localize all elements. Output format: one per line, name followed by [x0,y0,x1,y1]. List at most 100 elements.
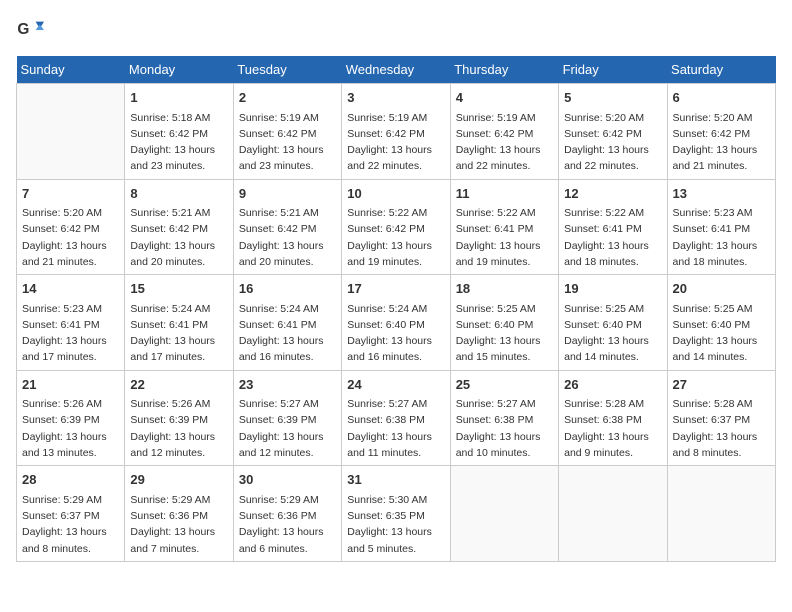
calendar-week-row: 7Sunrise: 5:20 AMSunset: 6:42 PMDaylight… [17,179,776,275]
day-number: 23 [239,375,336,395]
weekday-header-tuesday: Tuesday [233,56,341,84]
calendar-cell [450,466,558,562]
day-info: Sunrise: 5:21 AMSunset: 6:42 PMDaylight:… [130,205,227,270]
logo: G [16,16,48,44]
day-info: Sunrise: 5:27 AMSunset: 6:38 PMDaylight:… [347,396,444,461]
calendar-week-row: 28Sunrise: 5:29 AMSunset: 6:37 PMDayligh… [17,466,776,562]
day-info: Sunrise: 5:30 AMSunset: 6:35 PMDaylight:… [347,492,444,557]
calendar-header: G [16,16,776,44]
calendar-cell: 14Sunrise: 5:23 AMSunset: 6:41 PMDayligh… [17,275,125,371]
day-info: Sunrise: 5:25 AMSunset: 6:40 PMDaylight:… [673,301,770,366]
calendar-cell [667,466,775,562]
day-info: Sunrise: 5:24 AMSunset: 6:40 PMDaylight:… [347,301,444,366]
day-number: 11 [456,184,553,204]
day-number: 12 [564,184,661,204]
calendar-cell: 12Sunrise: 5:22 AMSunset: 6:41 PMDayligh… [559,179,667,275]
calendar-cell: 9Sunrise: 5:21 AMSunset: 6:42 PMDaylight… [233,179,341,275]
calendar-cell: 15Sunrise: 5:24 AMSunset: 6:41 PMDayligh… [125,275,233,371]
day-number: 16 [239,279,336,299]
calendar-cell: 29Sunrise: 5:29 AMSunset: 6:36 PMDayligh… [125,466,233,562]
calendar-cell: 23Sunrise: 5:27 AMSunset: 6:39 PMDayligh… [233,370,341,466]
calendar-week-row: 14Sunrise: 5:23 AMSunset: 6:41 PMDayligh… [17,275,776,371]
calendar-cell: 21Sunrise: 5:26 AMSunset: 6:39 PMDayligh… [17,370,125,466]
calendar-cell: 27Sunrise: 5:28 AMSunset: 6:37 PMDayligh… [667,370,775,466]
calendar-cell: 2Sunrise: 5:19 AMSunset: 6:42 PMDaylight… [233,84,341,180]
calendar-cell: 6Sunrise: 5:20 AMSunset: 6:42 PMDaylight… [667,84,775,180]
day-info: Sunrise: 5:18 AMSunset: 6:42 PMDaylight:… [130,110,227,175]
day-info: Sunrise: 5:19 AMSunset: 6:42 PMDaylight:… [239,110,336,175]
day-number: 21 [22,375,119,395]
calendar-cell: 7Sunrise: 5:20 AMSunset: 6:42 PMDaylight… [17,179,125,275]
weekday-header-monday: Monday [125,56,233,84]
day-number: 19 [564,279,661,299]
day-number: 8 [130,184,227,204]
day-number: 27 [673,375,770,395]
calendar-week-row: 1Sunrise: 5:18 AMSunset: 6:42 PMDaylight… [17,84,776,180]
day-number: 1 [130,88,227,108]
day-number: 22 [130,375,227,395]
day-info: Sunrise: 5:22 AMSunset: 6:41 PMDaylight:… [564,205,661,270]
day-number: 26 [564,375,661,395]
calendar-cell: 22Sunrise: 5:26 AMSunset: 6:39 PMDayligh… [125,370,233,466]
day-number: 15 [130,279,227,299]
day-info: Sunrise: 5:27 AMSunset: 6:38 PMDaylight:… [456,396,553,461]
day-number: 6 [673,88,770,108]
day-number: 9 [239,184,336,204]
calendar-cell [17,84,125,180]
day-info: Sunrise: 5:24 AMSunset: 6:41 PMDaylight:… [130,301,227,366]
day-info: Sunrise: 5:25 AMSunset: 6:40 PMDaylight:… [456,301,553,366]
weekday-header-thursday: Thursday [450,56,558,84]
day-info: Sunrise: 5:24 AMSunset: 6:41 PMDaylight:… [239,301,336,366]
day-info: Sunrise: 5:19 AMSunset: 6:42 PMDaylight:… [456,110,553,175]
calendar-cell: 20Sunrise: 5:25 AMSunset: 6:40 PMDayligh… [667,275,775,371]
calendar-cell: 3Sunrise: 5:19 AMSunset: 6:42 PMDaylight… [342,84,450,180]
day-info: Sunrise: 5:29 AMSunset: 6:37 PMDaylight:… [22,492,119,557]
day-number: 30 [239,470,336,490]
day-number: 18 [456,279,553,299]
day-number: 5 [564,88,661,108]
day-number: 24 [347,375,444,395]
calendar-cell [559,466,667,562]
day-number: 17 [347,279,444,299]
day-info: Sunrise: 5:23 AMSunset: 6:41 PMDaylight:… [22,301,119,366]
calendar-cell: 24Sunrise: 5:27 AMSunset: 6:38 PMDayligh… [342,370,450,466]
day-info: Sunrise: 5:28 AMSunset: 6:38 PMDaylight:… [564,396,661,461]
calendar-cell: 16Sunrise: 5:24 AMSunset: 6:41 PMDayligh… [233,275,341,371]
day-info: Sunrise: 5:29 AMSunset: 6:36 PMDaylight:… [239,492,336,557]
day-info: Sunrise: 5:26 AMSunset: 6:39 PMDaylight:… [130,396,227,461]
day-number: 10 [347,184,444,204]
calendar-cell: 19Sunrise: 5:25 AMSunset: 6:40 PMDayligh… [559,275,667,371]
calendar-cell: 18Sunrise: 5:25 AMSunset: 6:40 PMDayligh… [450,275,558,371]
day-info: Sunrise: 5:22 AMSunset: 6:41 PMDaylight:… [456,205,553,270]
calendar-header-row: SundayMondayTuesdayWednesdayThursdayFrid… [17,56,776,84]
day-number: 28 [22,470,119,490]
calendar-week-row: 21Sunrise: 5:26 AMSunset: 6:39 PMDayligh… [17,370,776,466]
calendar-cell: 13Sunrise: 5:23 AMSunset: 6:41 PMDayligh… [667,179,775,275]
day-number: 13 [673,184,770,204]
day-number: 25 [456,375,553,395]
day-info: Sunrise: 5:22 AMSunset: 6:42 PMDaylight:… [347,205,444,270]
calendar-cell: 1Sunrise: 5:18 AMSunset: 6:42 PMDaylight… [125,84,233,180]
weekday-header-friday: Friday [559,56,667,84]
day-info: Sunrise: 5:23 AMSunset: 6:41 PMDaylight:… [673,205,770,270]
calendar-cell: 30Sunrise: 5:29 AMSunset: 6:36 PMDayligh… [233,466,341,562]
calendar-cell: 26Sunrise: 5:28 AMSunset: 6:38 PMDayligh… [559,370,667,466]
day-info: Sunrise: 5:28 AMSunset: 6:37 PMDaylight:… [673,396,770,461]
day-number: 20 [673,279,770,299]
day-info: Sunrise: 5:21 AMSunset: 6:42 PMDaylight:… [239,205,336,270]
day-number: 7 [22,184,119,204]
weekday-header-saturday: Saturday [667,56,775,84]
day-info: Sunrise: 5:20 AMSunset: 6:42 PMDaylight:… [673,110,770,175]
calendar-cell: 28Sunrise: 5:29 AMSunset: 6:37 PMDayligh… [17,466,125,562]
calendar-cell: 8Sunrise: 5:21 AMSunset: 6:42 PMDaylight… [125,179,233,275]
day-info: Sunrise: 5:20 AMSunset: 6:42 PMDaylight:… [22,205,119,270]
day-number: 29 [130,470,227,490]
day-info: Sunrise: 5:29 AMSunset: 6:36 PMDaylight:… [130,492,227,557]
day-number: 31 [347,470,444,490]
calendar-cell: 10Sunrise: 5:22 AMSunset: 6:42 PMDayligh… [342,179,450,275]
day-info: Sunrise: 5:26 AMSunset: 6:39 PMDaylight:… [22,396,119,461]
day-info: Sunrise: 5:27 AMSunset: 6:39 PMDaylight:… [239,396,336,461]
calendar-cell: 31Sunrise: 5:30 AMSunset: 6:35 PMDayligh… [342,466,450,562]
day-number: 2 [239,88,336,108]
calendar-cell: 11Sunrise: 5:22 AMSunset: 6:41 PMDayligh… [450,179,558,275]
